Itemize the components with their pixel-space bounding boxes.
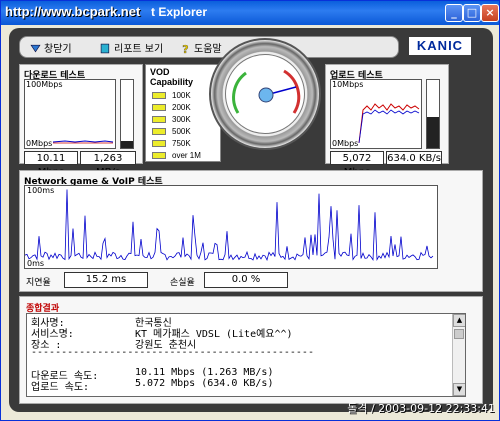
minimize-button[interactable]: _ xyxy=(445,4,463,22)
scroll-thumb[interactable] xyxy=(454,329,464,339)
row-value: 5.072 Mbps (634.0 KB/s) xyxy=(135,378,274,389)
vod-title: VOD Capability xyxy=(150,67,194,87)
loss-label: 손실율 xyxy=(170,278,195,288)
upload-graph: 10Mbps 0Mbps xyxy=(330,79,422,149)
download-trace xyxy=(52,140,114,144)
capture-watermark: 돌격 / 2003-09-12 22:33:41 xyxy=(347,402,495,415)
download-level-bar xyxy=(120,79,134,149)
vod-level: 200K xyxy=(152,103,191,112)
scroll-down-arrow[interactable]: ▼ xyxy=(453,383,465,396)
download-graph: 100Mbps 0Mbps xyxy=(24,79,116,149)
vod-level: 300K xyxy=(152,115,191,124)
row-label: 업로드 속도: xyxy=(31,382,90,393)
summary-textbox[interactable]: 회사명: 한국통신 서비스명: KT 메가패스 VDSL (Lite예요^^) … xyxy=(26,313,466,397)
network-graph: 100ms 0ms xyxy=(24,185,438,269)
download-mbytes: 1,263 MB/s xyxy=(80,151,136,178)
help-icon: ? xyxy=(182,43,189,54)
download-panel: 다운로드 테스트 100Mbps 0Mbps 10.11 Mbps 1,263 … xyxy=(19,64,143,178)
row-value: 10.11 Mbps (1.263 MB/s) xyxy=(135,367,274,378)
window-title: t Explorer xyxy=(151,5,208,19)
main-window: t Explorer http://www.bcpark.net _ □ × 창… xyxy=(0,0,500,421)
download-level-fill xyxy=(121,141,133,148)
vod-capability-panel: VOD Capability 100K 200K 300K 500K 750K o… xyxy=(145,64,221,162)
row-separator: ----------------------------------------… xyxy=(31,347,314,358)
network-panel: Network game & VoIP 테스트 100ms 0ms 지연율 15… xyxy=(19,170,483,292)
vod-level: 750K xyxy=(152,139,191,148)
upload-kbytes: 634.0 KB/s xyxy=(386,151,442,165)
scroll-up-arrow[interactable]: ▲ xyxy=(453,314,465,327)
upload-level-fill xyxy=(427,117,439,148)
url-overlay: http://www.bcpark.net xyxy=(5,4,141,19)
summary-panel: 종합결과 회사명: 한국통신 서비스명: KT 메가패스 VDSL (Lite예… xyxy=(19,296,483,404)
speed-gauge xyxy=(209,38,321,150)
vod-level: 500K xyxy=(152,127,191,136)
help-label: 도움말 xyxy=(194,44,222,55)
loss-value: 0.0 % xyxy=(204,272,288,288)
vod-level: over 1M xyxy=(152,151,201,160)
logo: KANIC xyxy=(409,37,471,55)
close-window-icon xyxy=(30,44,41,53)
toolbar: 창닫기 리포트 보기 ? 도움말 xyxy=(19,36,399,58)
vod-level: 100K xyxy=(152,91,191,100)
maximize-button[interactable]: □ xyxy=(463,4,481,22)
close-button[interactable]: × xyxy=(481,4,499,22)
latency-value: 15.2 ms xyxy=(64,272,148,288)
upload-mbps: 5,072 Mbps xyxy=(330,151,384,178)
upload-panel: 업로드 테스트 10Mbps 0Mbps 5,072 Mbps 634.0 KB… xyxy=(325,64,449,178)
speed-test-app: 창닫기 리포트 보기 ? 도움말 KANIC 다운로드 테스트 100Mbps 0… xyxy=(9,28,493,412)
upload-trace xyxy=(358,103,420,144)
title-bar: t Explorer http://www.bcpark.net _ □ × xyxy=(1,1,499,25)
close-window-button[interactable]: 창닫기 xyxy=(30,40,72,55)
close-window-label: 창닫기 xyxy=(44,44,72,55)
gauge-face xyxy=(225,54,305,134)
summary-scrollbar[interactable]: ▲ ▼ xyxy=(452,314,465,396)
latency-label: 지연율 xyxy=(26,278,51,288)
report-icon xyxy=(100,43,110,54)
upload-level-bar xyxy=(426,79,440,149)
gauge-needle xyxy=(232,69,301,114)
download-mbps: 10.11 Mbps xyxy=(24,151,78,178)
latency-trace xyxy=(25,189,434,262)
help-button[interactable]: ? 도움말 xyxy=(180,40,222,55)
report-button[interactable]: 리포트 보기 xyxy=(100,40,163,55)
report-label: 리포트 보기 xyxy=(114,44,164,55)
svg-text:?: ? xyxy=(182,43,188,54)
